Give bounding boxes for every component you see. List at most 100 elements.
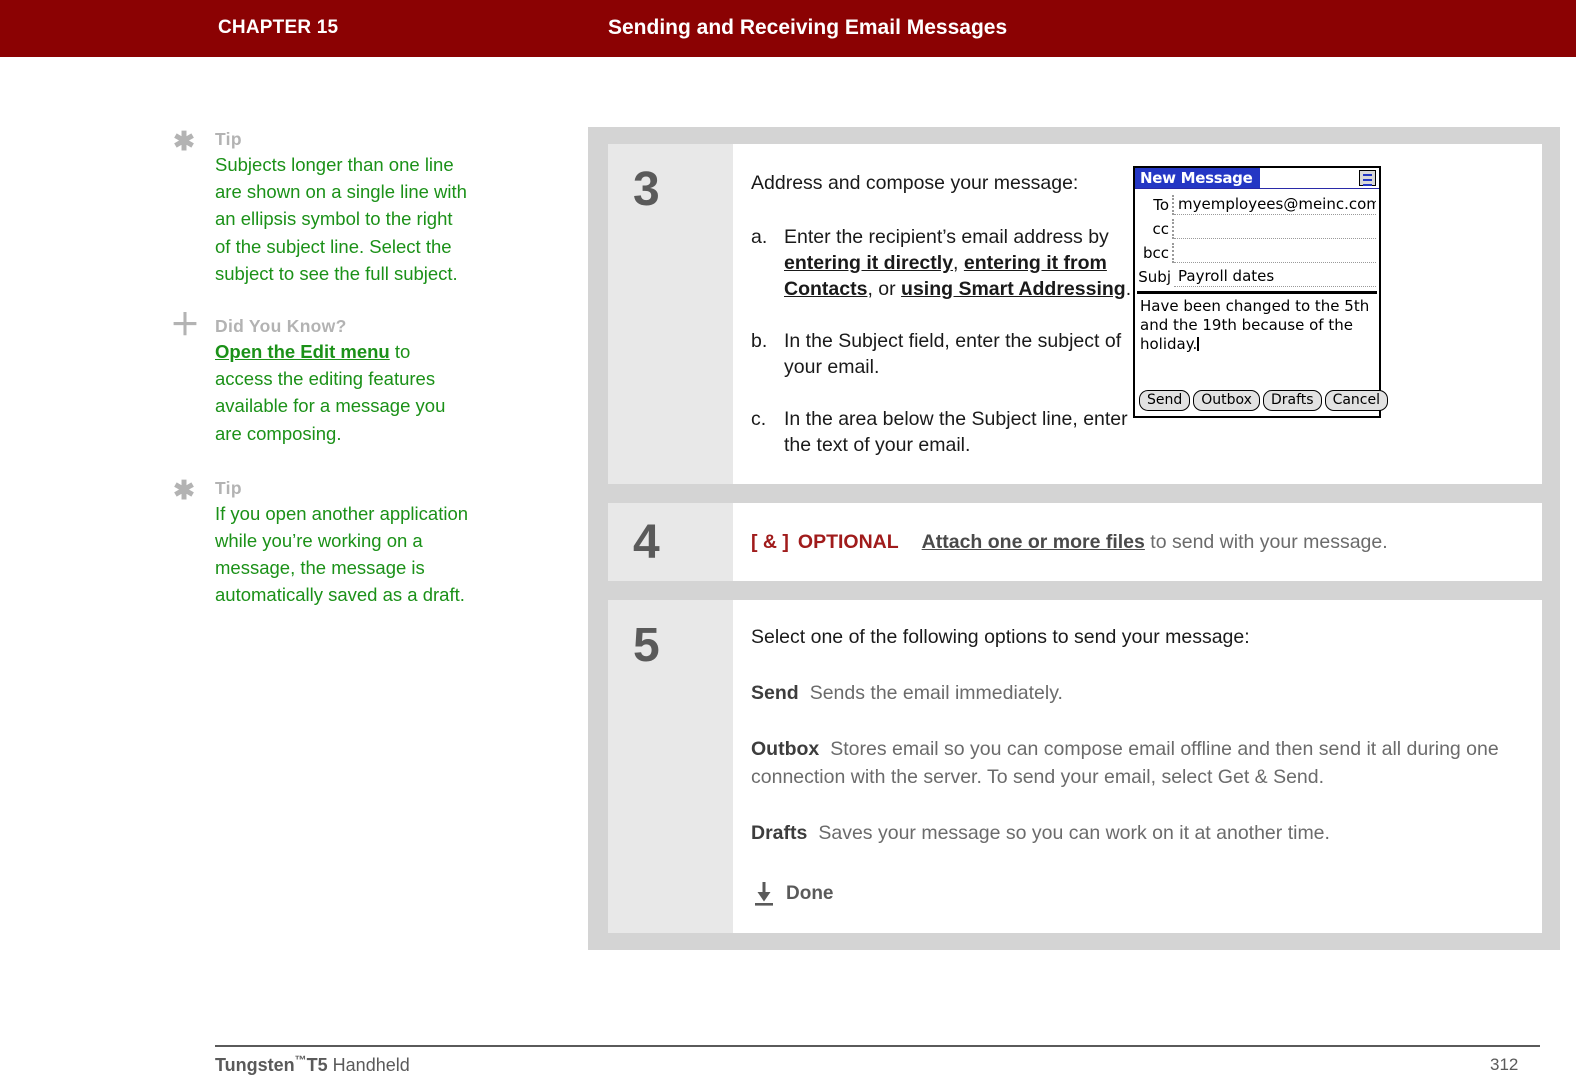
step-row-5: 5 Select one of the following options to… bbox=[608, 600, 1542, 933]
substep-a-mid2: , or bbox=[867, 278, 902, 300]
substep-a-pre: Enter the recipient’s email address by bbox=[784, 226, 1109, 248]
device-field-bcc[interactable]: bcc bbox=[1138, 239, 1376, 263]
device-button-bar: Send Outbox Drafts Cancel bbox=[1139, 390, 1388, 411]
asterisk-icon: ✱ bbox=[173, 474, 195, 505]
footer-product-name: Tungsten bbox=[215, 1055, 295, 1075]
step-number-cell: 5 bbox=[608, 600, 733, 933]
tip-text: Subjects longer than one line are shown … bbox=[215, 154, 467, 284]
substep-marker: c. bbox=[751, 408, 767, 430]
step-3-content: Address and compose your message: a. Ent… bbox=[733, 144, 1542, 484]
tip-body: Tip Subjects longer than one line are sh… bbox=[215, 128, 470, 287]
menu-icon[interactable] bbox=[1359, 170, 1376, 186]
tip-text: If you open another application while yo… bbox=[215, 502, 469, 606]
option-name: Outbox bbox=[751, 738, 820, 760]
device-title: New Message bbox=[1135, 168, 1260, 188]
tip-heading: Tip bbox=[215, 129, 242, 149]
device-body-text: Have been changed to the 5th and the 19t… bbox=[1140, 297, 1370, 353]
sidebar-tips: ✱ Tip Subjects longer than one line are … bbox=[170, 128, 570, 637]
steps-panel: 3 Address and compose your message: a. E… bbox=[588, 127, 1560, 950]
option-desc: Stores email so you can compose email of… bbox=[751, 738, 1499, 788]
substep-a-post: . bbox=[1125, 278, 1132, 300]
option-name: Send bbox=[751, 682, 799, 704]
device-field-value[interactable] bbox=[1174, 262, 1376, 263]
link-attach-files[interactable]: Attach one or more files bbox=[922, 531, 1145, 553]
down-arrow-to-bar-icon bbox=[751, 881, 777, 907]
step-3-text-column: Address and compose your message: a. Ent… bbox=[751, 170, 1146, 458]
option-send: Send Sends the email immediately. bbox=[751, 679, 1518, 707]
device-subject-label: Subj bbox=[1138, 268, 1171, 286]
optional-label: OPTIONAL bbox=[797, 530, 899, 553]
device-outbox-button[interactable]: Outbox bbox=[1193, 390, 1260, 411]
tip-heading: Did You Know? bbox=[215, 316, 347, 337]
tip-block-subjects: ✱ Tip Subjects longer than one line are … bbox=[170, 128, 570, 287]
device-field-value[interactable]: myemployees@meinc.com bbox=[1174, 194, 1376, 215]
substep-c: c. In the area below the Subject line, e… bbox=[751, 406, 1146, 458]
chapter-label: CHAPTER 15 bbox=[218, 17, 339, 38]
device-field-label: bcc bbox=[1138, 243, 1174, 263]
page-number: 312 bbox=[1490, 1055, 1519, 1074]
step-3-lead: Address and compose your message: bbox=[751, 172, 1079, 194]
step-4-line: [ & ] OPTIONAL Attach one or more files to… bbox=[751, 531, 1388, 554]
device-drafts-button[interactable]: Drafts bbox=[1262, 390, 1322, 411]
device-screenshot-new-message: New Message To myemployees@meinc.com cc … bbox=[1133, 166, 1388, 418]
substep-marker: b. bbox=[751, 330, 768, 352]
step-number: 5 bbox=[633, 619, 660, 672]
tip-body: Did You Know? Open the Edit menu to acce… bbox=[215, 315, 470, 447]
option-name: Drafts bbox=[751, 822, 808, 844]
substep-a-mid1: , bbox=[953, 252, 964, 274]
tip-text: Open the Edit menu to access the editing… bbox=[215, 338, 470, 447]
tip-block-autosave: ✱ Tip If you open another application wh… bbox=[170, 477, 570, 609]
step-number-cell: 4 bbox=[608, 503, 733, 581]
step-number-cell: 3 bbox=[608, 144, 733, 484]
done-marker: Done bbox=[751, 881, 1518, 907]
footer-product-type: Handheld bbox=[327, 1055, 410, 1075]
option-desc: Sends the email immediately. bbox=[809, 682, 1063, 704]
done-label: Done bbox=[786, 883, 834, 904]
option-outbox: Outbox Stores email so you can compose em… bbox=[751, 735, 1518, 791]
page-title: Sending and Receiving Email Messages bbox=[608, 16, 1008, 39]
asterisk-icon: ✱ bbox=[173, 126, 195, 156]
substep-text: In the area below the Subject line, ente… bbox=[784, 408, 1128, 456]
step-row-4: 4 [ & ] OPTIONAL Attach one or more files … bbox=[608, 503, 1542, 581]
link-entering-it-directly[interactable]: entering it directly bbox=[784, 252, 953, 274]
device-field-value[interactable] bbox=[1174, 238, 1376, 239]
footer-product: Tungsten™T5 Handheld bbox=[215, 1053, 410, 1076]
option-desc: Saves your message so you can work on it… bbox=[818, 822, 1330, 844]
substep-text: In the Subject field, enter the subject … bbox=[784, 330, 1122, 378]
step-5-content: Select one of the following options to s… bbox=[733, 600, 1542, 933]
device-send-button[interactable]: Send bbox=[1139, 390, 1191, 411]
tip-body: Tip If you open another application whil… bbox=[215, 477, 470, 609]
step-number: 4 bbox=[633, 516, 660, 569]
plus-icon: ＋ bbox=[170, 309, 200, 343]
option-drafts: Drafts Saves your message so you can work… bbox=[751, 819, 1518, 847]
link-smart-addressing[interactable]: using Smart Addressing bbox=[901, 278, 1126, 300]
device-subject-value[interactable]: Payroll dates bbox=[1174, 266, 1376, 287]
page-header: CHAPTER 15 Sending and Receiving Email M… bbox=[0, 0, 1576, 57]
optional-bracket: [ & ] bbox=[751, 530, 789, 553]
substep-b: b. In the Subject field, enter the subje… bbox=[751, 328, 1146, 380]
tip-block-did-you-know: ＋ Did You Know? Open the Edit menu to ac… bbox=[170, 309, 570, 447]
substep-marker: a. bbox=[751, 226, 768, 248]
device-field-subject[interactable]: Subj Payroll dates bbox=[1138, 263, 1376, 287]
substep-a: a. Enter the recipient’s email address b… bbox=[751, 224, 1146, 302]
step-row-3: 3 Address and compose your message: a. E… bbox=[608, 144, 1542, 484]
device-field-to[interactable]: To myemployees@meinc.com bbox=[1138, 191, 1376, 215]
step-5-lead: Select one of the following options to s… bbox=[751, 626, 1250, 648]
tip-heading: Tip bbox=[215, 477, 242, 498]
footer-model: T5 bbox=[306, 1055, 328, 1075]
substep-text: Enter the recipient’s email address by e… bbox=[784, 224, 1146, 302]
footer-divider bbox=[215, 1045, 1540, 1047]
step-3-substep-list: a. Enter the recipient’s email address b… bbox=[751, 224, 1146, 458]
step-number: 3 bbox=[633, 163, 660, 216]
device-titlebar: New Message bbox=[1135, 168, 1379, 189]
step-4-content: [ & ] OPTIONAL Attach one or more files to… bbox=[733, 503, 1542, 581]
trademark-symbol: ™ bbox=[294, 1053, 307, 1067]
device-cancel-button[interactable]: Cancel bbox=[1324, 390, 1388, 411]
text-caret bbox=[1197, 337, 1200, 351]
step-4-tail: to send with your message. bbox=[1144, 530, 1388, 553]
device-field-label: To bbox=[1138, 195, 1174, 215]
edit-menu-link[interactable]: Open the Edit menu bbox=[215, 341, 390, 362]
device-field-cc[interactable]: cc bbox=[1138, 215, 1376, 239]
device-address-fields: To myemployees@meinc.com cc bcc Subj Pay… bbox=[1135, 189, 1379, 287]
device-field-label: cc bbox=[1138, 219, 1174, 239]
